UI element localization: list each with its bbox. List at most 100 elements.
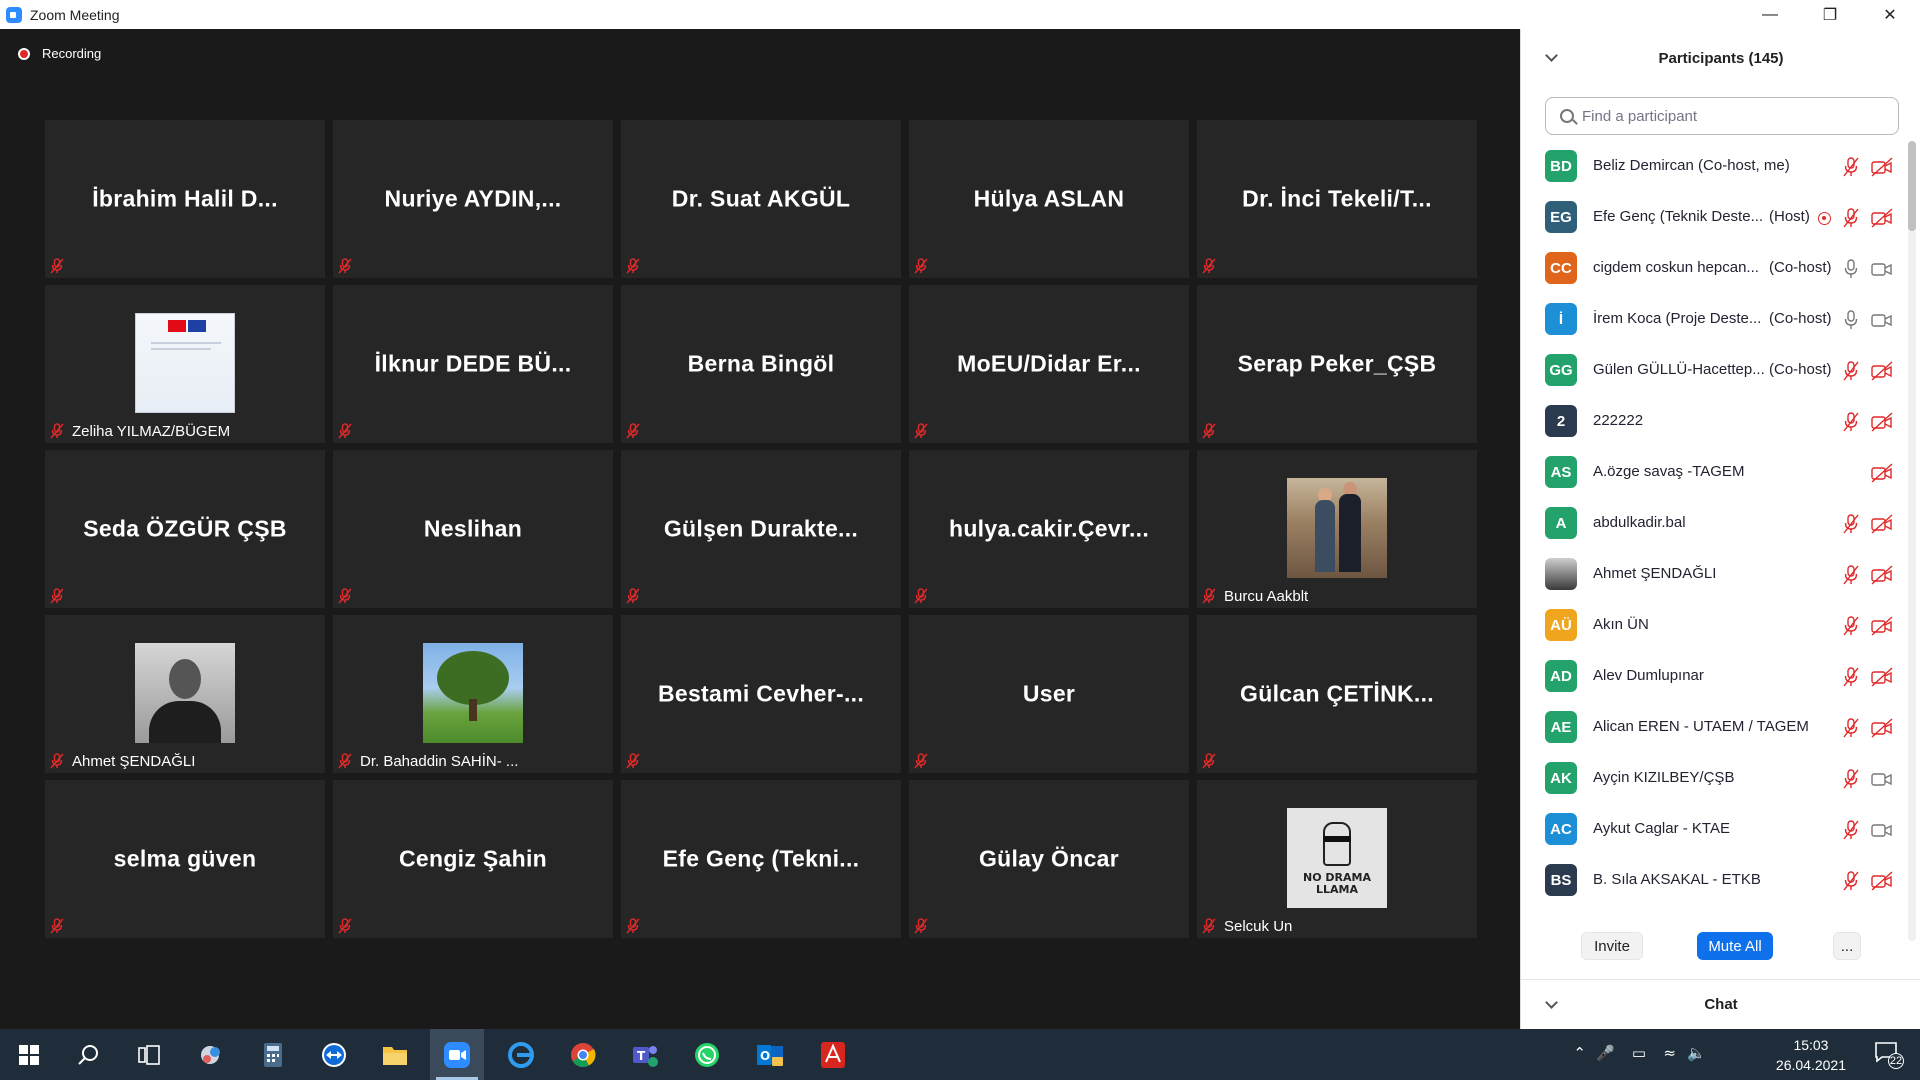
camera-icon[interactable] — [1870, 259, 1894, 279]
edge-button[interactable] — [494, 1029, 548, 1080]
muted-mic-icon[interactable] — [1843, 208, 1859, 228]
video-tile[interactable]: Gülcan ÇETİNK... — [1197, 615, 1477, 773]
video-tile[interactable]: Efe Genç (Tekni... — [621, 780, 901, 938]
invite-button[interactable]: Invite — [1581, 932, 1643, 960]
participant-row[interactable]: AÜ Akın ÜN — [1521, 600, 1911, 651]
muted-mic-icon[interactable] — [1843, 769, 1859, 789]
muted-mic-icon[interactable] — [1843, 514, 1859, 534]
minimize-button[interactable]: — — [1740, 0, 1800, 29]
video-tile[interactable]: Berna Bingöl — [621, 285, 901, 443]
chat-header[interactable]: Chat — [1521, 979, 1920, 1029]
muted-mic-icon[interactable] — [1843, 820, 1859, 840]
participant-row[interactable]: Aabdulkadir.bal — [1521, 498, 1911, 549]
participant-search[interactable] — [1545, 97, 1899, 135]
video-tile[interactable]: MoEU/Didar Er... — [909, 285, 1189, 443]
video-tile[interactable]: Bestami Cevher-... — [621, 615, 901, 773]
participant-row[interactable]: 2 222222 — [1521, 396, 1911, 447]
participant-list-scrollbar[interactable] — [1908, 141, 1916, 941]
video-tile[interactable]: NO DRAMA LLAMA Selcuk Un — [1197, 780, 1477, 938]
wifi-icon[interactable]: ≈ — [1663, 1044, 1676, 1062]
camera-off-icon[interactable] — [1870, 871, 1894, 891]
muted-mic-icon[interactable] — [1843, 565, 1859, 585]
search-taskbar-button[interactable] — [62, 1029, 116, 1080]
camera-off-icon[interactable] — [1870, 157, 1894, 177]
mic-icon[interactable] — [1843, 310, 1859, 330]
chat-collapse-chevron-icon[interactable] — [1545, 996, 1558, 1009]
participant-row[interactable]: BD Beliz Demircan (Co-host, me) — [1521, 141, 1911, 192]
camera-off-icon[interactable] — [1870, 208, 1894, 228]
task-view-button[interactable] — [122, 1029, 176, 1080]
muted-mic-icon[interactable] — [1843, 667, 1859, 687]
participant-row[interactable]: EG Efe Genç (Teknik Deste... (Host) — [1521, 192, 1911, 243]
participant-search-input[interactable] — [1582, 107, 1882, 125]
camera-icon[interactable] — [1870, 769, 1894, 789]
participant-row[interactable]: AD Alev Dumlupınar — [1521, 651, 1911, 702]
acrobat-button[interactable] — [806, 1029, 860, 1080]
video-tile[interactable]: İbrahim Halil D... — [45, 120, 325, 278]
participant-row[interactable]: AS A.özge savaş -TAGEM — [1521, 447, 1911, 498]
scrollbar-thumb[interactable] — [1908, 141, 1916, 231]
calculator-button[interactable] — [246, 1029, 300, 1080]
file-explorer-button[interactable] — [368, 1029, 422, 1080]
video-tile[interactable]: Ahmet ŞENDAĞLI — [45, 615, 325, 773]
camera-off-icon[interactable] — [1870, 667, 1894, 687]
video-tile[interactable]: Burcu Aakblt — [1197, 450, 1477, 608]
participant-row[interactable]: AC Aykut Caglar - KTAE — [1521, 804, 1911, 855]
recording-indicator[interactable]: Recording — [18, 46, 101, 61]
whatsapp-button[interactable] — [680, 1029, 734, 1080]
camera-off-icon[interactable] — [1870, 514, 1894, 534]
chrome-button[interactable] — [556, 1029, 610, 1080]
video-tile[interactable]: Seda ÖZGÜR ÇŞB — [45, 450, 325, 608]
more-options-button[interactable]: ... — [1833, 932, 1861, 960]
video-tile[interactable]: Serap Peker_ÇŞB — [1197, 285, 1477, 443]
participant-row[interactable]: İ İrem Koca (Proje Deste... (Co-host) — [1521, 294, 1911, 345]
video-tile[interactable]: Dr. Bahaddin SAHİN- ... — [333, 615, 613, 773]
muted-mic-icon[interactable] — [1843, 616, 1859, 636]
camera-icon[interactable] — [1870, 310, 1894, 330]
zoom-taskbar-button[interactable] — [430, 1029, 484, 1080]
muted-mic-icon[interactable] — [1843, 871, 1859, 891]
start-button[interactable] — [2, 1029, 56, 1080]
camera-off-icon[interactable] — [1870, 412, 1894, 432]
action-center-button[interactable]: 22 — [1874, 1041, 1904, 1069]
microphone-icon[interactable]: 🎤 — [1596, 1044, 1615, 1062]
video-tile[interactable]: Dr. İnci Tekeli/T... — [1197, 120, 1477, 278]
camera-off-icon[interactable] — [1870, 463, 1894, 483]
weather-app-button[interactable] — [184, 1029, 238, 1080]
collapse-chevron-icon[interactable] — [1545, 49, 1558, 62]
muted-mic-icon[interactable] — [1843, 412, 1859, 432]
teamviewer-button[interactable] — [307, 1029, 361, 1080]
battery-icon[interactable]: ▭ — [1632, 1044, 1646, 1062]
video-tile[interactable]: Cengiz Şahin — [333, 780, 613, 938]
video-tile[interactable]: hulya.cakir.Çevr... — [909, 450, 1189, 608]
video-tile[interactable]: User — [909, 615, 1189, 773]
participant-row[interactable]: AK Ayçin KIZILBEY/ÇŞB — [1521, 753, 1911, 804]
video-tile[interactable]: Hülya ASLAN — [909, 120, 1189, 278]
video-tile[interactable]: Dr. Suat AKGÜL — [621, 120, 901, 278]
camera-off-icon[interactable] — [1870, 616, 1894, 636]
muted-mic-icon[interactable] — [1843, 157, 1859, 177]
video-tile[interactable]: Gülay Öncar — [909, 780, 1189, 938]
video-tile[interactable]: İlknur DEDE BÜ... — [333, 285, 613, 443]
mute-all-button[interactable]: Mute All — [1697, 932, 1773, 960]
video-tile[interactable]: Nuriye AYDIN,... — [333, 120, 613, 278]
participant-row[interactable]: BS B. Sıla AKSAKAL - ETKB — [1521, 855, 1911, 906]
camera-icon[interactable] — [1870, 820, 1894, 840]
muted-mic-icon[interactable] — [1843, 718, 1859, 738]
camera-off-icon[interactable] — [1870, 565, 1894, 585]
outlook-button[interactable]: O — [743, 1029, 797, 1080]
taskbar-clock[interactable]: 15:03 26.04.2021 — [1776, 1035, 1846, 1075]
mic-icon[interactable] — [1843, 259, 1859, 279]
video-tile[interactable]: selma güven — [45, 780, 325, 938]
video-tile[interactable]: Gülşen Durakte... — [621, 450, 901, 608]
volume-icon[interactable]: 🔈 — [1687, 1044, 1706, 1062]
video-tile[interactable]: Neslihan — [333, 450, 613, 608]
participant-row[interactable]: CC cigdem coskun hepcan... (Co-host) — [1521, 243, 1911, 294]
close-button[interactable]: ✕ — [1860, 0, 1920, 29]
teams-button[interactable]: T — [618, 1029, 672, 1080]
participant-row[interactable]: AE Alican EREN - UTAEM / TAGEM — [1521, 702, 1911, 753]
participants-header[interactable]: Participants (145) — [1521, 29, 1920, 87]
video-tile[interactable]: Zeliha YILMAZ/BÜGEM — [45, 285, 325, 443]
show-hidden-icons-chevron-icon[interactable]: ⌃ — [1573, 1044, 1586, 1062]
participant-row[interactable]: GG Gülen GÜLLÜ-Hacettep... (Co-host) — [1521, 345, 1911, 396]
